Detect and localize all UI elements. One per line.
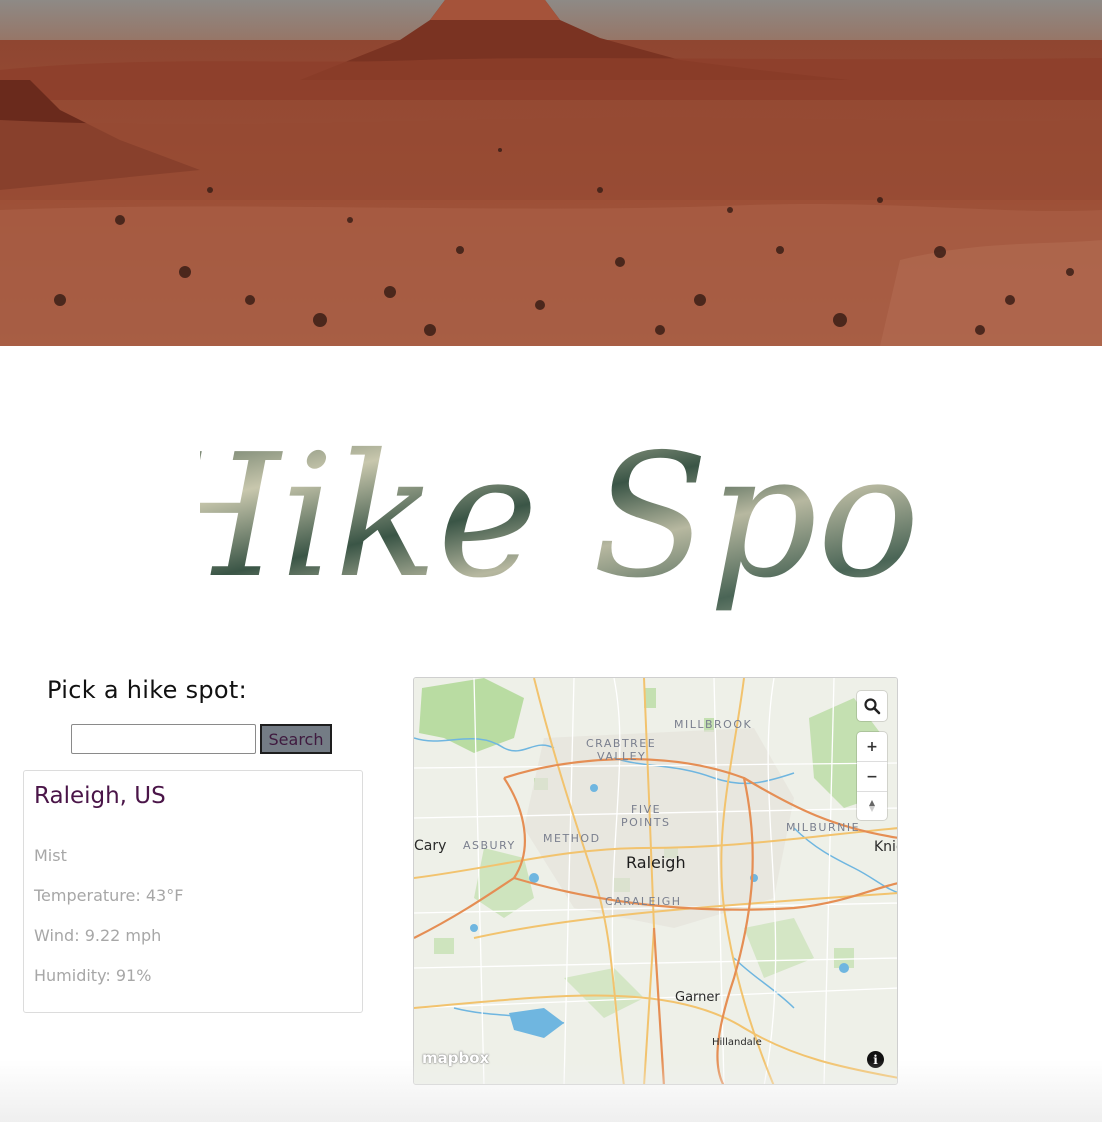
weather-city: Raleigh, US [34, 783, 166, 809]
search-icon [864, 698, 881, 715]
map-label-points: POINTS [621, 816, 671, 829]
site-title: Hike Spot [129, 380, 989, 650]
weather-humidity: Humidity: 91% [34, 966, 152, 985]
zoom-in-button[interactable]: + [857, 732, 887, 761]
compass-icon [869, 799, 875, 812]
map-label-asbury: ASBURY [463, 839, 516, 852]
weather-wind: Wind: 9.22 mph [34, 926, 162, 945]
map-search-button[interactable] [857, 691, 887, 721]
map-label-method: METHOD [543, 832, 601, 845]
page-bottom-fade [0, 1060, 1102, 1122]
zoom-out-button[interactable]: − [857, 762, 887, 791]
map-view[interactable]: MILLBROOK CRABTREE VALLEY FIVE POINTS MI… [413, 677, 898, 1085]
search-button[interactable]: Search [260, 724, 332, 754]
hero-image [0, 0, 1102, 346]
map-label-cary: Cary [414, 838, 447, 854]
map-label-hillandale: Hillandale [712, 1037, 762, 1048]
map-label-garner: Garner [675, 990, 720, 1005]
map-label-millbrook: MILLBROOK [674, 718, 753, 731]
map-label-crabtree: CRABTREE [586, 737, 657, 750]
map-label-caraleigh: CARALEIGH [605, 895, 682, 908]
map-zoom-controls: + − [857, 732, 887, 820]
desert-landscape [0, 0, 1102, 346]
search-heading: Pick a hike spot: [47, 676, 248, 704]
site-title-graphic: Hike Spot [129, 418, 989, 616]
map-label-five: FIVE [631, 803, 662, 816]
weather-temperature: Temperature: 43°F [34, 886, 184, 905]
compass-button[interactable] [857, 791, 887, 820]
site-title-text: Hike Spot [200, 418, 920, 616]
weather-condition: Mist [34, 846, 67, 865]
search-input[interactable] [71, 724, 256, 754]
map-label-valley: VALLEY [597, 750, 647, 763]
map-label-milburnie: MILBURNIE [786, 821, 861, 834]
weather-card: Raleigh, US Mist Temperature: 43°F Wind:… [23, 770, 363, 1013]
map-label-knightdale: Knig [874, 839, 897, 855]
map-label-raleigh: Raleigh [626, 853, 686, 872]
